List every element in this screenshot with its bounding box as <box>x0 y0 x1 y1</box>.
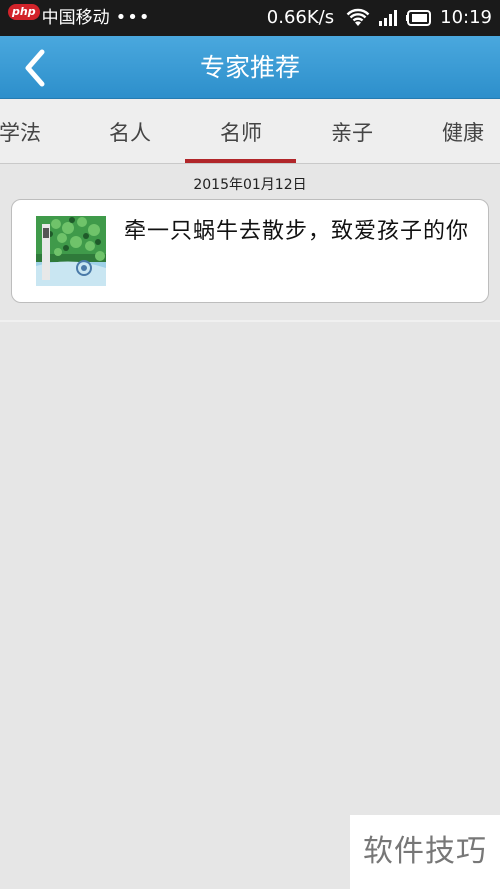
wifi-icon <box>346 8 370 28</box>
carrier-name: 中国移动 <box>41 8 110 28</box>
network-speed: 0.66K/s <box>266 7 335 28</box>
tab-celebrities[interactable]: 名人 <box>74 99 186 164</box>
tab-famous-teachers[interactable]: 名师 <box>185 99 297 164</box>
site-watermark: 软件技巧 <box>350 815 500 889</box>
signal-icon <box>378 9 398 27</box>
tab-parenting[interactable]: 亲子 <box>296 99 408 164</box>
tab-health[interactable]: 健康 <box>407 99 500 164</box>
clock: 10:19 <box>440 7 492 28</box>
active-tab-indicator <box>185 159 296 163</box>
php-watermark-badge: php <box>8 4 40 20</box>
battery-icon <box>406 10 432 26</box>
divider <box>0 320 500 322</box>
tab-study-law[interactable]: 学法 <box>0 99 76 164</box>
article-thumbnail <box>36 216 106 286</box>
page-title: 专家推荐 <box>199 53 300 82</box>
title-bar: 专家推荐 <box>0 36 500 99</box>
notification-dots: ••• <box>115 7 151 28</box>
list-item[interactable]: 牵一只蜗牛去散步，致爱孩子的你 <box>11 199 489 303</box>
list-date: 2015年01月12日 <box>193 177 307 193</box>
article-title: 牵一只蜗牛去散步，致爱孩子的你 <box>124 219 470 244</box>
tab-bar: 学法 名人 名师 亲子 健康 <box>0 99 500 164</box>
status-bar: php 中国移动 ••• 0.66K/s 10:19 <box>0 0 500 36</box>
